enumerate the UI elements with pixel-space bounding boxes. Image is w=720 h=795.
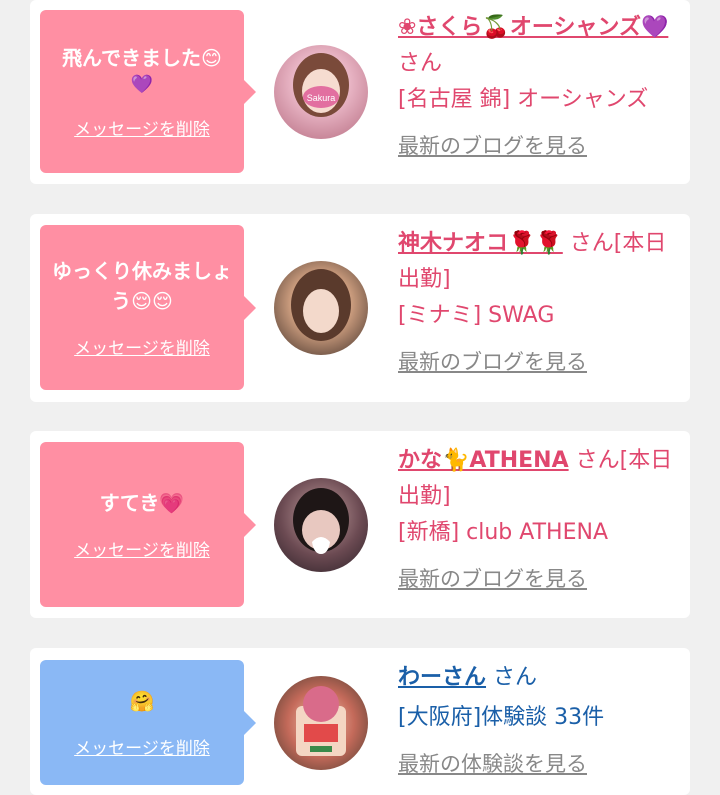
message-card: ゆっくり休みましょう😌😌 メッセージを削除 神木ナオコ🌹🌹 さん[本日出勤] [… bbox=[30, 214, 690, 402]
message-text: すてき💗 bbox=[99, 491, 185, 515]
latest-report-link[interactable]: 最新の体験談を見る bbox=[398, 752, 587, 776]
user-name-link[interactable]: 神木ナオコ🌹🌹 bbox=[398, 231, 563, 256]
report-count: [大阪府]体験談 33件 bbox=[398, 705, 605, 730]
message-bubble: ゆっくり休みましょう😌😌 メッセージを削除 bbox=[40, 225, 256, 390]
message-text: 🤗 bbox=[129, 689, 155, 713]
latest-blog-link[interactable]: 最新のブログを見る bbox=[398, 350, 587, 374]
shop-name: [ミナミ] SWAG bbox=[398, 303, 555, 328]
user-name-link[interactable]: わーさん bbox=[398, 665, 486, 690]
user-info: ❀さくら🍒オーシャンズ💜 さん [名古屋 錦] オーシャンズ 最新のブログを見る bbox=[398, 10, 683, 165]
message-bubble: 🤗 メッセージを削除 bbox=[40, 660, 256, 785]
shop-name: [新橋] club ATHENA bbox=[398, 520, 608, 545]
avatar[interactable] bbox=[274, 676, 368, 770]
message-bubble: 飛んできました😊 💜 メッセージを削除 bbox=[40, 10, 256, 173]
avatar-label: Sakura bbox=[307, 93, 336, 103]
message-text: 飛んできました😊 bbox=[62, 46, 222, 70]
honorific: さん bbox=[398, 51, 443, 76]
delete-message-link[interactable]: メッセージを削除 bbox=[74, 536, 210, 561]
message-card: すてき💗 メッセージを削除 かな🐈ATHENA さん[本日出勤] [新橋] cl… bbox=[30, 431, 690, 618]
shop-name: [名古屋 錦] オーシャンズ bbox=[398, 87, 649, 112]
avatar[interactable] bbox=[274, 261, 368, 355]
message-card: 🤗 メッセージを削除 わーさん さん [大阪府]体験談 33件 最新の体験談を見… bbox=[30, 648, 690, 795]
delete-message-link[interactable]: メッセージを削除 bbox=[74, 734, 210, 759]
user-info: わーさん さん [大阪府]体験談 33件 最新の体験談を見る bbox=[398, 660, 683, 783]
avatar[interactable]: Sakura bbox=[274, 45, 368, 139]
message-card: 飛んできました😊 💜 メッセージを削除 Sakura ❀さくら🍒オーシャンズ💜 … bbox=[30, 0, 690, 184]
delete-message-link[interactable]: メッセージを削除 bbox=[74, 334, 210, 359]
user-name-link[interactable]: かな🐈ATHENA bbox=[398, 448, 569, 473]
delete-message-link[interactable]: メッセージを削除 bbox=[74, 115, 210, 140]
honorific: さん bbox=[493, 665, 538, 690]
user-name-link[interactable]: ❀さくら🍒オーシャンズ💜 bbox=[398, 15, 668, 40]
user-info: かな🐈ATHENA さん[本日出勤] [新橋] club ATHENA 最新のブ… bbox=[398, 443, 683, 598]
message-emoji: 💜 bbox=[130, 74, 154, 95]
latest-blog-link[interactable]: 最新のブログを見る bbox=[398, 134, 587, 158]
avatar[interactable] bbox=[274, 478, 368, 572]
latest-blog-link[interactable]: 最新のブログを見る bbox=[398, 567, 587, 591]
message-text: ゆっくり休みましょう😌😌 bbox=[52, 259, 232, 313]
message-bubble: すてき💗 メッセージを削除 bbox=[40, 442, 256, 607]
user-info: 神木ナオコ🌹🌹 さん[本日出勤] [ミナミ] SWAG 最新のブログを見る bbox=[398, 226, 683, 381]
